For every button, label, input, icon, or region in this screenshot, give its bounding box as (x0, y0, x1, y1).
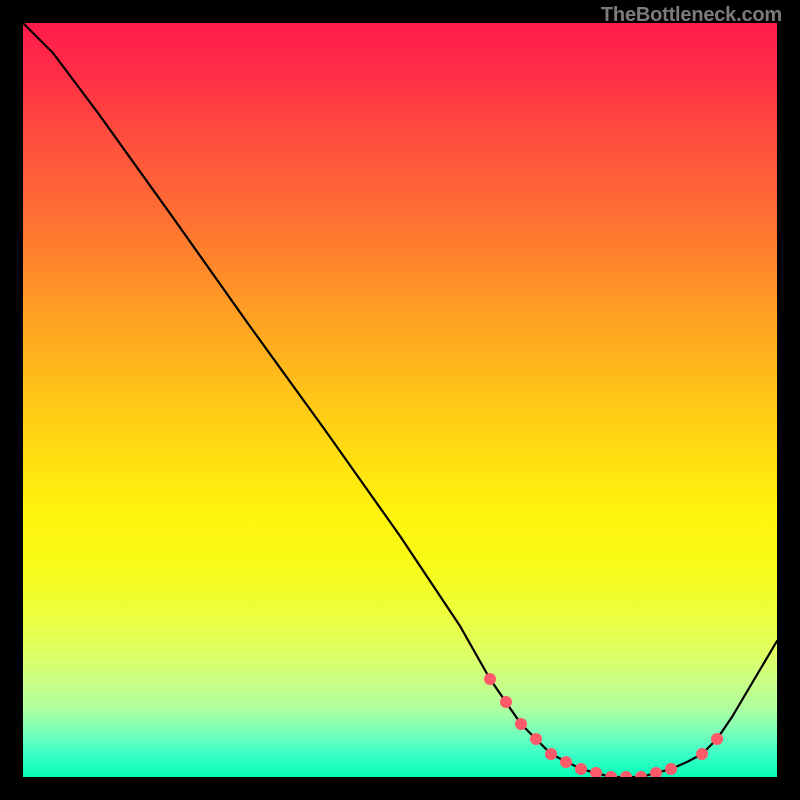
marker-dots (484, 673, 723, 777)
plot-area (23, 23, 777, 777)
chart-frame: TheBottleneck.com (0, 0, 800, 800)
watermark-text: TheBottleneck.com (601, 4, 782, 27)
curve-path (23, 23, 777, 777)
bottleneck-curve (23, 23, 777, 777)
